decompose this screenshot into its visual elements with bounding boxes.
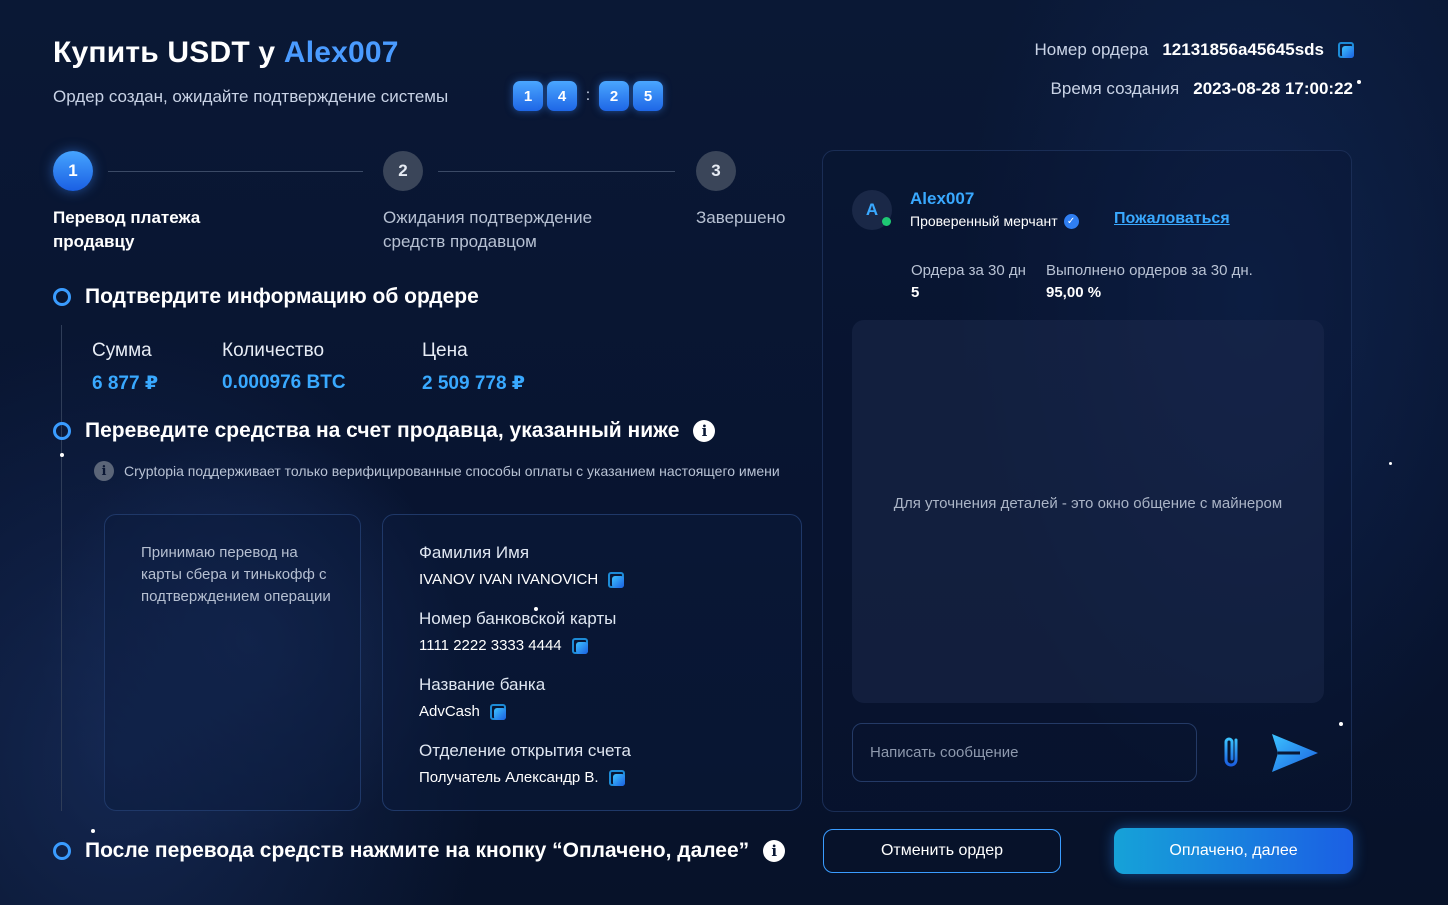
completed-30d-value: 95,00 % [1046, 284, 1102, 301]
sparkle-decoration [1389, 462, 1392, 465]
full-name-label: Фамилия Имя [419, 543, 530, 562]
step-1-label: Перевод платежа продавцу [53, 208, 201, 251]
orders-30d-value: 5 [911, 284, 920, 301]
card-number-value: 1111 2222 3333 4444 [419, 637, 562, 654]
sparkle-decoration [1357, 80, 1361, 84]
copy-icon[interactable] [608, 769, 625, 786]
timer-digit: 1 [513, 81, 543, 111]
merchant-status: Проверенный мерчант ✓ [910, 213, 1079, 229]
bank-name-row: AdvCash [419, 703, 506, 720]
after-transfer-title-text: После перевода средств нажмите на кнопку… [85, 839, 750, 862]
merchant-status-text: Проверенный мерчант [910, 213, 1058, 229]
verification-note-text: Cryptopia поддерживает только верифициро… [124, 463, 780, 479]
info-icon: i [94, 461, 114, 481]
step-1-indicator: 1 [53, 151, 93, 191]
order-number-label: Номер ордера [1034, 40, 1149, 59]
bank-name-label: Название банка [419, 675, 546, 694]
amount-value: 6 877 ₽ [92, 373, 159, 394]
section-ring-icon [53, 422, 71, 440]
step-3-label: Завершено [696, 208, 786, 227]
sparkle-decoration [91, 829, 95, 833]
title-prefix: Купить USDT у [53, 36, 276, 69]
timeline-line [61, 325, 62, 811]
confirm-section-title: Подтвердите информацию об ордере [53, 285, 479, 309]
copy-icon[interactable] [1338, 42, 1354, 58]
verified-check-icon: ✓ [1063, 213, 1079, 229]
created-time-row: Время создания 2023-08-28 17:00:22 [1051, 79, 1353, 99]
card-number-label: Номер банковской карты [419, 609, 617, 628]
order-number-value: 12131856a45645sds [1162, 40, 1324, 59]
merchant-name: Alex007 [910, 189, 975, 208]
cancel-order-button[interactable]: Отменить ордер [823, 829, 1061, 873]
orders-30d-label: Ордера за 30 дн [911, 262, 1026, 279]
step-2-label: Ожидания подтверждение средств продавцом [383, 208, 593, 251]
branch-value: Получатель Александр В. [419, 769, 599, 786]
avatar-letter: A [865, 200, 879, 219]
price-value: 2 509 778 ₽ [422, 373, 526, 394]
merchant-avatar: A [852, 190, 892, 230]
seller-note-text: Принимаю перевод на карты сбера и тинько… [141, 544, 331, 605]
timer-separator: : [585, 87, 591, 104]
amount-label: Сумма [92, 340, 152, 361]
message-input[interactable] [852, 723, 1197, 782]
copy-icon[interactable] [608, 571, 625, 588]
payment-details-card: Фамилия Имя IVANOV IVAN IVANOVICH Номер … [382, 514, 802, 811]
seller-note-card: Принимаю перевод на карты сбера и тинько… [104, 514, 361, 811]
send-icon[interactable] [1270, 732, 1320, 774]
chat-hint-text: Для уточнения деталей - это окно общение… [893, 495, 1283, 512]
branch-row: Получатель Александр В. [419, 769, 625, 786]
section-ring-icon [53, 288, 71, 306]
info-icon[interactable]: i [763, 840, 786, 862]
timer-digit: 4 [547, 81, 577, 111]
step-connector [438, 171, 675, 172]
quantity-label: Количество [222, 340, 325, 361]
step-3-indicator: 3 [696, 151, 736, 191]
countdown-timer: 1 4 : 2 5 [513, 81, 663, 111]
info-icon[interactable]: i [693, 420, 716, 442]
order-number-row: Номер ордера 12131856a45645sds [1034, 40, 1354, 60]
order-status-text: Ордер создан, ожидайте подтверждение сис… [53, 87, 449, 106]
complain-link[interactable]: Пожаловаться [1114, 210, 1230, 228]
paid-next-button[interactable]: Оплачено, далее [1114, 828, 1353, 874]
sparkle-decoration [534, 607, 538, 611]
section-ring-icon [53, 842, 71, 860]
completed-30d-label: Выполнено ордеров за 30 дн. [1046, 262, 1253, 279]
online-status-dot [882, 217, 891, 226]
transfer-section-title: Переведите средства на счет продавца, ук… [53, 419, 716, 443]
created-time-value: 2023-08-28 17:00:22 [1193, 79, 1353, 98]
copy-icon[interactable] [571, 637, 588, 654]
sparkle-decoration [60, 453, 64, 457]
bank-name-value: AdvCash [419, 703, 480, 720]
price-label: Цена [422, 340, 468, 361]
confirm-title-text: Подтвердите информацию об ордере [85, 285, 479, 308]
card-number-row: 1111 2222 3333 4444 [419, 637, 588, 654]
timer-digit: 2 [599, 81, 629, 111]
created-time-label: Время создания [1050, 79, 1180, 98]
chat-message-area[interactable]: Для уточнения деталей - это окно общение… [852, 320, 1324, 703]
branch-label: Отделение открытия счета [419, 741, 631, 760]
full-name-value: IVANOV IVAN IVANOVICH [419, 571, 599, 588]
title-merchant: Alex007 [283, 36, 399, 69]
copy-icon[interactable] [489, 703, 506, 720]
timer-digit: 5 [633, 81, 663, 111]
verification-note: i Cryptopia поддерживает только верифици… [94, 461, 780, 481]
sparkle-decoration [1339, 722, 1343, 726]
page-title: Купить USDT у Alex007 [53, 36, 399, 70]
transfer-title-text: Переведите средства на счет продавца, ук… [85, 419, 680, 442]
quantity-value: 0.000976 BTC [222, 372, 346, 393]
attach-icon[interactable] [1218, 732, 1246, 772]
step-connector [108, 171, 363, 172]
step-2-indicator: 2 [383, 151, 423, 191]
after-transfer-section-title: После перевода средств нажмите на кнопку… [53, 839, 786, 863]
full-name-row: IVANOV IVAN IVANOVICH [419, 571, 625, 588]
